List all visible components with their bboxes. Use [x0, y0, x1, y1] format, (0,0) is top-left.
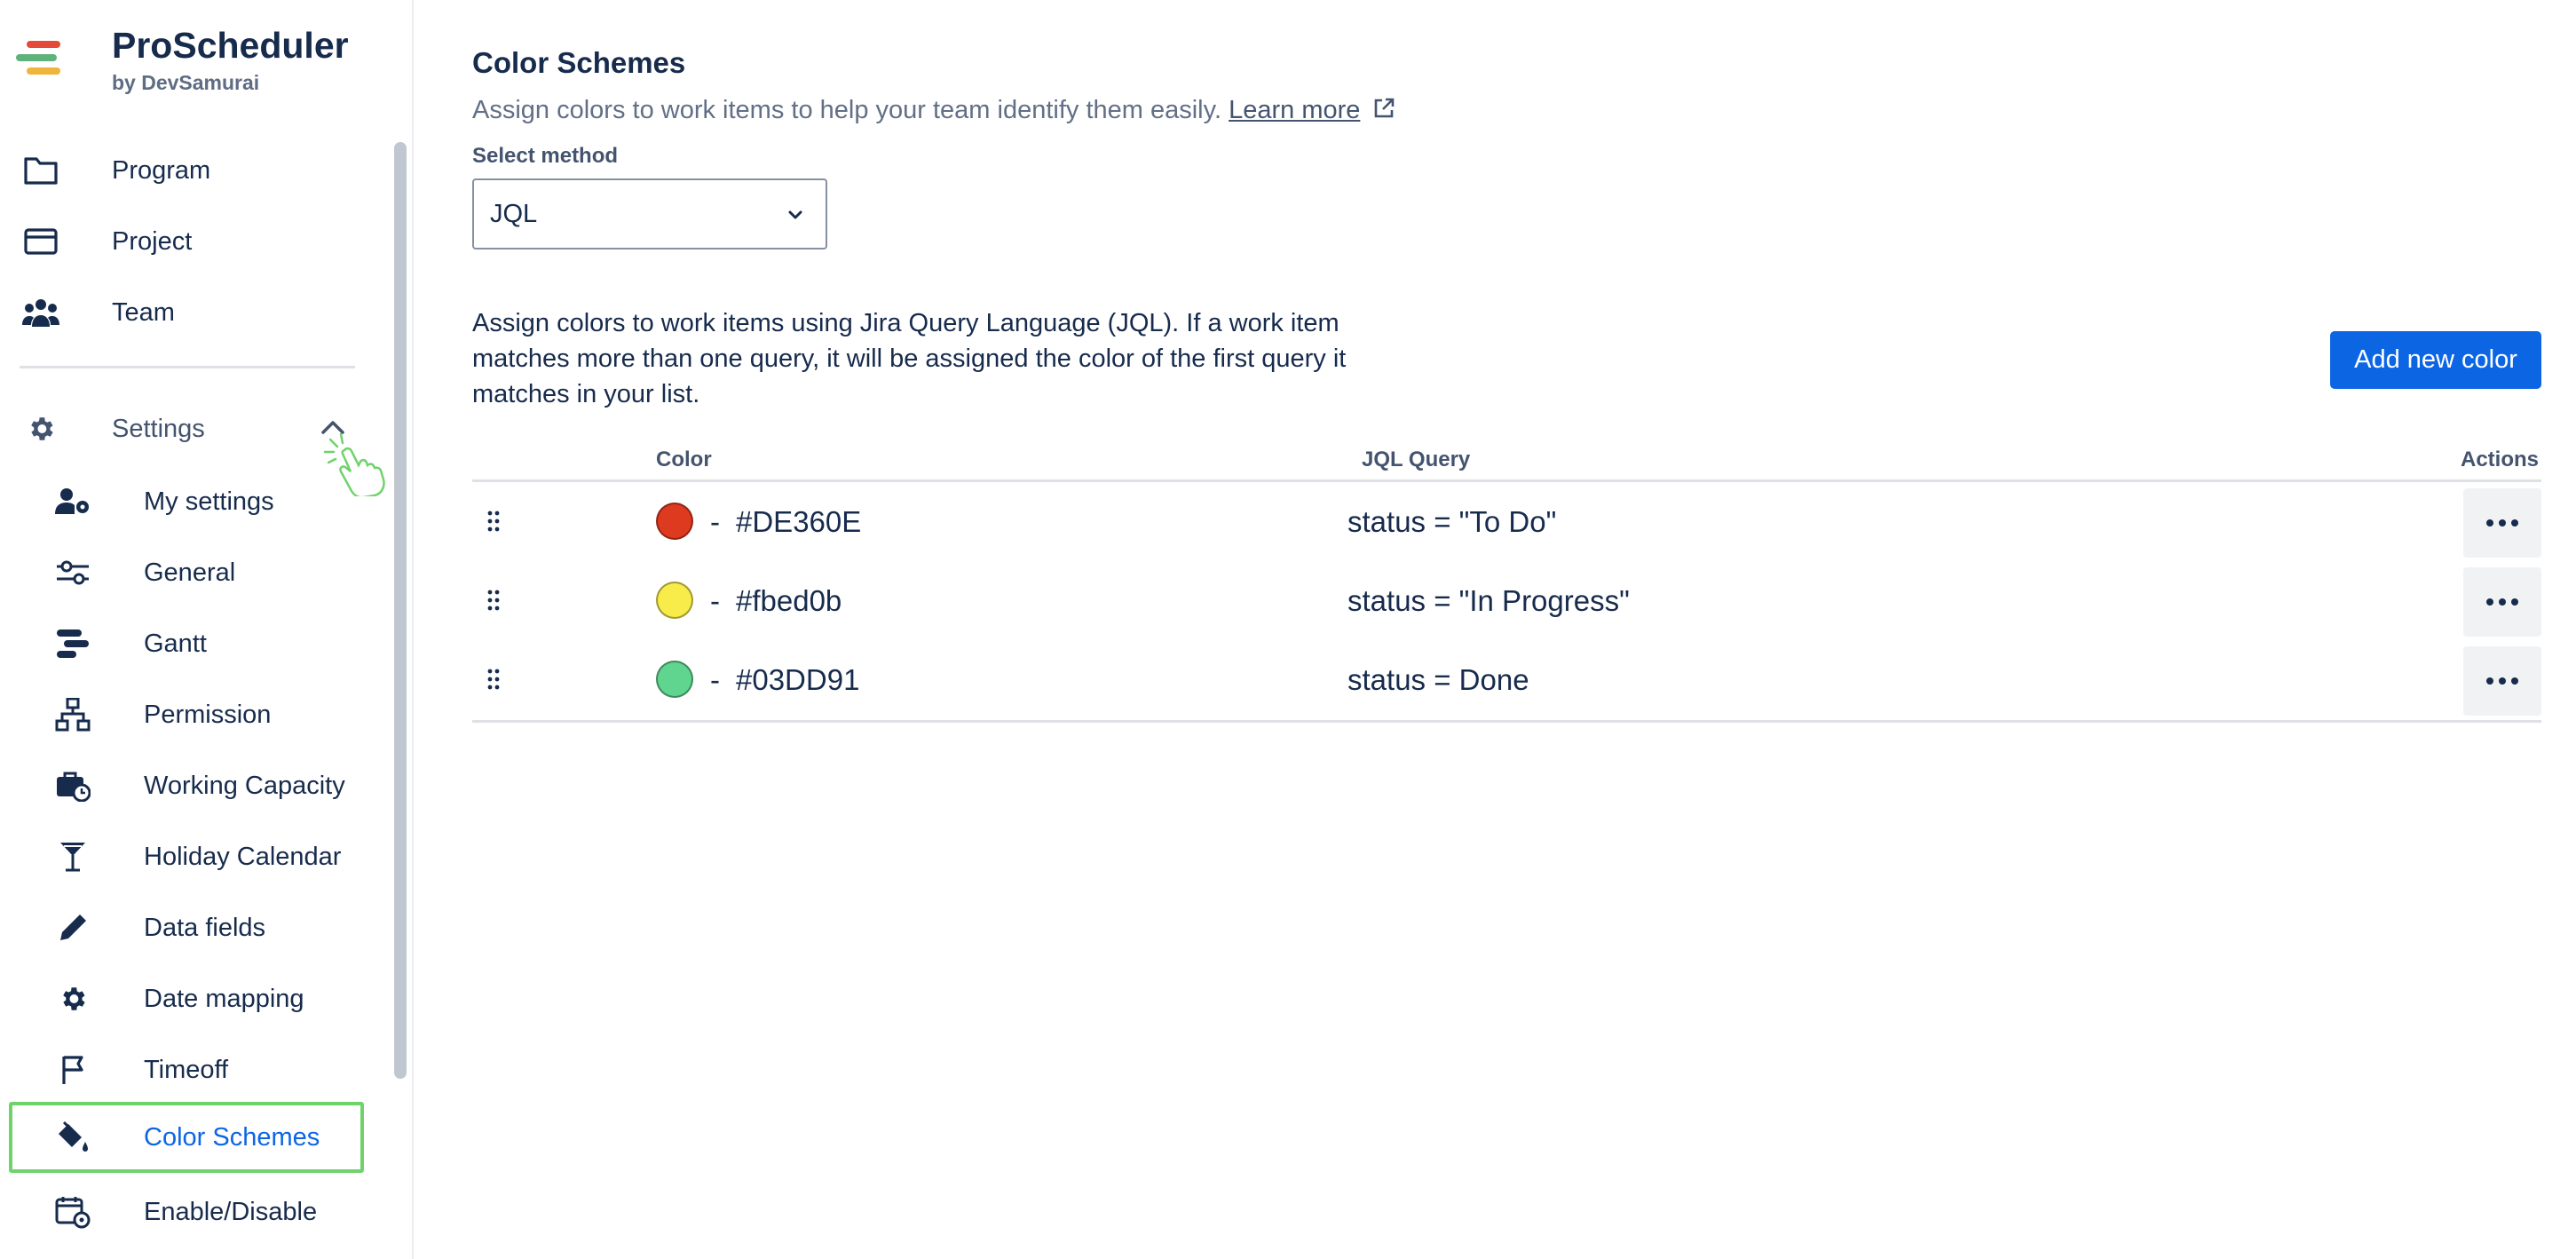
- color-hex-value: #03DD91: [736, 663, 860, 696]
- column-header-actions: Actions: [2461, 447, 2540, 471]
- column-header-jql-query: JQL Query: [1362, 447, 1471, 471]
- sidebar-item-holiday-calendar[interactable]: Holiday Calendar: [9, 825, 364, 889]
- drag-handle-icon[interactable]: [486, 667, 501, 696]
- card-icon: [21, 222, 60, 261]
- select-method-value: JQL: [490, 199, 538, 228]
- more-icon: [2486, 677, 2518, 685]
- gear-icon: [21, 409, 60, 448]
- jql-query-value: status = "In Progress": [1347, 584, 1630, 617]
- color-separator: -: [710, 663, 720, 696]
- column-header-color: Color: [656, 447, 712, 471]
- more-actions-button[interactable]: [2463, 567, 2541, 637]
- sidebar-item-label: Color Schemes: [144, 1122, 320, 1152]
- sidebar-item-label: Enable/Disable: [144, 1197, 318, 1226]
- briefcase-clock-icon: [53, 766, 92, 805]
- sidebar-item-label: Program: [112, 155, 211, 185]
- drag-handle-icon[interactable]: [486, 509, 501, 538]
- sidebar-item-label: Date mapping: [144, 984, 304, 1013]
- sidebar-item-label: Project: [112, 226, 193, 256]
- sidebar-item-label: Team: [112, 297, 175, 327]
- learn-more-link[interactable]: Learn more: [1229, 96, 1360, 124]
- sidebar-item-label: Timeoff: [144, 1055, 229, 1084]
- sidebar-item-date-mapping[interactable]: Date mapping: [9, 967, 364, 1031]
- color-hex-value: #fbed0b: [736, 584, 842, 617]
- color-hex-value: #DE360E: [736, 505, 862, 538]
- sliders-icon: [53, 553, 92, 592]
- page-title: Color Schemes: [472, 46, 686, 79]
- jql-query-value: status = Done: [1347, 663, 1529, 696]
- sidebar-item-project[interactable]: Project: [0, 210, 382, 273]
- external-link-icon[interactable]: [1372, 97, 1395, 127]
- page-description: Assign colors to work items to help your…: [472, 96, 1395, 127]
- table-bottom-divider: [472, 720, 2541, 723]
- sidebar-item-working-capacity[interactable]: Working Capacity: [9, 754, 364, 818]
- sidebar-divider: [20, 366, 355, 368]
- color-swatch[interactable]: [656, 661, 693, 698]
- color-swatch[interactable]: [656, 582, 693, 619]
- gear-icon: [53, 979, 92, 1018]
- color-swatch[interactable]: [656, 503, 693, 540]
- select-method-dropdown[interactable]: JQL: [472, 178, 827, 249]
- description-text: Assign colors to work items to help your…: [472, 96, 1222, 124]
- chevron-down-icon: [785, 204, 806, 230]
- sidebar-item-label: Permission: [144, 700, 272, 729]
- more-icon: [2486, 519, 2518, 527]
- more-actions-button[interactable]: [2463, 488, 2541, 558]
- jql-explanation: Assign colors to work items using Jira Q…: [472, 309, 1347, 408]
- paint-bucket-icon: [53, 1118, 92, 1157]
- sidebar-item-label: Settings: [112, 414, 205, 443]
- sidebar-item-program[interactable]: Program: [0, 139, 382, 202]
- flag-icon: [53, 1050, 92, 1089]
- people-icon: [21, 293, 60, 332]
- sidebar-item-label: Working Capacity: [144, 771, 345, 800]
- sidebar-item-enable-disable[interactable]: Enable/Disable: [9, 1180, 364, 1244]
- cocktail-icon: [53, 837, 92, 876]
- app-name: ProScheduler: [112, 25, 349, 66]
- sidebar-item-label: Data fields: [144, 913, 266, 942]
- sidebar-item-team[interactable]: Team: [0, 281, 382, 344]
- table-row: - #fbed0b status = "In Progress": [472, 563, 2541, 641]
- sidebar-item-data-fields[interactable]: Data fields: [9, 896, 364, 960]
- app-subtitle: by DevSamurai: [112, 71, 260, 94]
- app-logo-icon: [16, 41, 60, 81]
- add-new-color-button[interactable]: Add new color: [2330, 331, 2541, 389]
- table-row: - #03DD91 status = Done: [472, 642, 2541, 720]
- sidebar-item-label: General: [144, 558, 236, 587]
- color-separator: -: [710, 584, 720, 617]
- select-method-label: Select method: [472, 144, 619, 168]
- main-content: Color Schemes Assign colors to work item…: [472, 0, 2541, 1259]
- user-gear-icon: [53, 482, 92, 521]
- hierarchy-icon: [53, 695, 92, 734]
- sidebar-item-label: Gantt: [144, 629, 207, 658]
- table-row: - #DE360E status = "To Do": [472, 484, 2541, 562]
- more-icon: [2486, 598, 2518, 606]
- gantt-icon: [53, 624, 92, 663]
- sidebar-item-my-settings[interactable]: My settings: [9, 470, 364, 534]
- sidebar: ProScheduler by DevSamurai Program Proje…: [0, 0, 414, 1259]
- more-actions-button[interactable]: [2463, 646, 2541, 716]
- sidebar-item-label: My settings: [144, 487, 274, 516]
- sidebar-item-permission[interactable]: Permission: [9, 683, 364, 747]
- sidebar-item-settings[interactable]: Settings: [0, 397, 385, 499]
- color-separator: -: [710, 505, 720, 538]
- sidebar-scrollbar-thumb[interactable]: [394, 142, 407, 1079]
- brand-header[interactable]: ProScheduler by DevSamurai: [0, 0, 412, 133]
- sidebar-item-general[interactable]: General: [9, 541, 364, 605]
- jql-query-value: status = "To Do": [1347, 505, 1557, 538]
- drag-handle-icon[interactable]: [486, 588, 501, 617]
- sidebar-item-timeoff[interactable]: Timeoff: [9, 1038, 364, 1102]
- sidebar-item-gantt[interactable]: Gantt: [9, 612, 364, 676]
- sidebar-item-label: Holiday Calendar: [144, 842, 342, 871]
- calendar-gear-icon: [53, 1192, 92, 1231]
- pencil-icon: [53, 908, 92, 947]
- folder-icon: [21, 151, 60, 190]
- sidebar-item-color-schemes[interactable]: Color Schemes: [9, 1102, 364, 1173]
- table-header-divider: [472, 479, 2541, 482]
